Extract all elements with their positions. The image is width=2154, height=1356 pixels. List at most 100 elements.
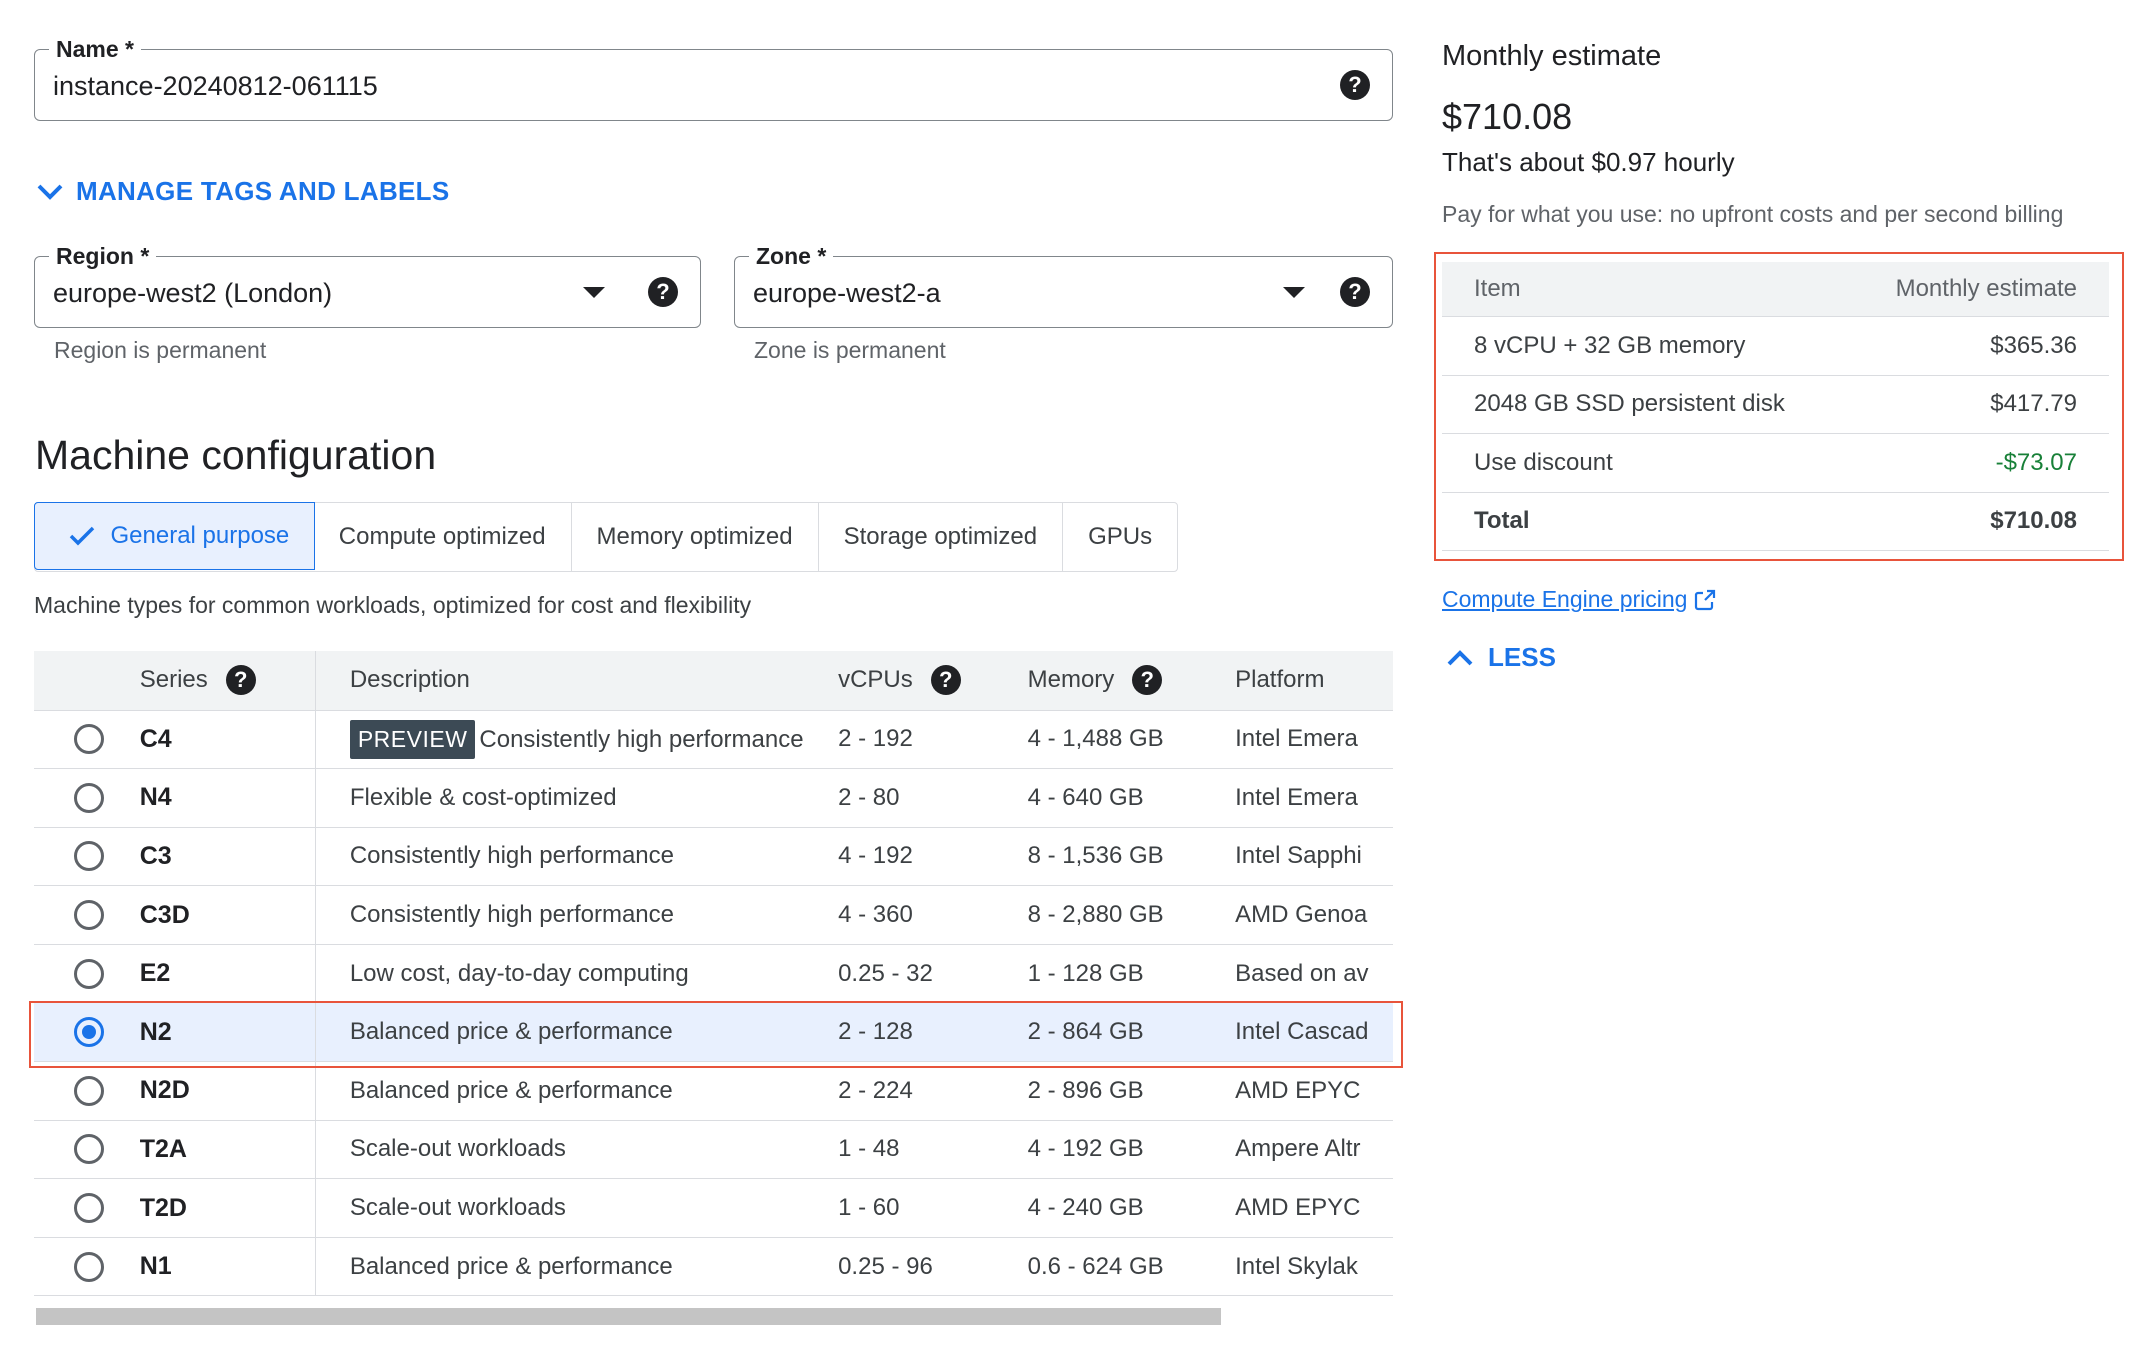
tab-label: General purpose xyxy=(110,521,290,549)
platform-cell: Intel Emera xyxy=(1235,710,1393,770)
description-cell: PREVIEW Consistently high performance xyxy=(315,710,839,770)
chevron-down-icon xyxy=(37,184,63,200)
series-radio[interactable] xyxy=(74,958,104,989)
description-cell: Consistently high performance xyxy=(315,885,839,945)
memory-cell: 8 - 1,536 GB xyxy=(1027,827,1236,887)
table-header-row: Series? Description vCPUs? Memory? Platf… xyxy=(34,651,1393,711)
series-radio[interactable] xyxy=(74,1251,104,1282)
region-select[interactable]: Region * europe-west2 (London) ? xyxy=(34,243,701,328)
tab-label: Compute optimized xyxy=(338,523,546,550)
memory-cell: 8 - 2,880 GB xyxy=(1027,885,1236,945)
platform-cell: AMD EPYC xyxy=(1235,1178,1393,1238)
series-cell: C4 xyxy=(139,710,316,770)
tab-label: Memory optimized xyxy=(596,523,793,550)
series-cell: N2D xyxy=(139,1061,316,1121)
series-radio[interactable] xyxy=(74,1134,104,1165)
series-cell: E2 xyxy=(139,944,316,1004)
column-description: Description xyxy=(315,651,839,711)
series-radio[interactable] xyxy=(74,782,104,813)
help-icon[interactable]: ? xyxy=(648,277,678,307)
platform-cell: AMD Genoa xyxy=(1235,885,1393,945)
name-value[interactable]: instance-20240812-061115 xyxy=(53,71,378,102)
table-row[interactable]: C3 Consistently high performance 4 - 192… xyxy=(34,827,1393,887)
series-radio[interactable] xyxy=(74,1193,104,1224)
series-cell: T2D xyxy=(139,1178,316,1238)
table-row[interactable]: C4 PREVIEW Consistently high performance … xyxy=(34,710,1393,770)
memory-cell: 4 - 640 GB xyxy=(1027,768,1236,828)
table-row[interactable]: T2A Scale-out workloads 1 - 48 4 - 192 G… xyxy=(34,1120,1393,1180)
memory-cell: 0.6 - 624 GB xyxy=(1027,1237,1236,1296)
description-cell: Flexible & cost-optimized xyxy=(315,768,839,828)
preview-badge: PREVIEW xyxy=(349,719,476,759)
table-row[interactable]: N4 Flexible & cost-optimized 2 - 80 4 - … xyxy=(34,768,1393,828)
series-radio[interactable] xyxy=(74,900,104,931)
platform-cell: Intel Emera xyxy=(1235,768,1393,828)
vcpus-cell: 2 - 192 xyxy=(838,710,1028,770)
section-title: Machine configuration xyxy=(35,432,437,478)
estimate-title: Monthly estimate xyxy=(1442,40,1662,72)
dropdown-arrow-icon[interactable] xyxy=(583,287,605,298)
tab-compute-optimized[interactable]: Compute optimized xyxy=(314,503,572,571)
tab-label: GPUs xyxy=(1088,523,1153,550)
manage-tags-label: MANAGE TAGS AND LABELS xyxy=(76,176,450,206)
zone-hint: Zone is permanent xyxy=(754,337,946,363)
memory-cell: 2 - 896 GB xyxy=(1027,1061,1236,1121)
description-cell: Consistently high performance xyxy=(315,827,839,887)
column-memory: Memory? xyxy=(1027,651,1236,711)
series-radio[interactable] xyxy=(74,1075,104,1106)
tab-storage-optimized[interactable]: Storage optimized xyxy=(819,503,1064,571)
tab-general-purpose[interactable]: General purpose xyxy=(33,501,316,570)
help-icon[interactable]: ? xyxy=(225,665,256,696)
compute-engine-pricing-link[interactable]: Compute Engine pricing xyxy=(1442,586,1717,613)
table-row[interactable]: N1 Balanced price & performance 0.25 - 9… xyxy=(34,1237,1393,1296)
series-radio[interactable] xyxy=(74,724,104,755)
description-cell: Scale-out workloads xyxy=(315,1120,839,1180)
table-row[interactable]: E2 Low cost, day-to-day computing 0.25 -… xyxy=(34,944,1393,1004)
help-icon[interactable]: ? xyxy=(1132,665,1163,696)
memory-cell: 4 - 240 GB xyxy=(1027,1178,1236,1238)
series-cell: C3D xyxy=(139,885,316,945)
vcpus-cell: 2 - 80 xyxy=(838,768,1028,828)
estimate-hourly: That's about $0.97 hourly xyxy=(1442,147,1735,177)
description-cell: Balanced price & performance xyxy=(315,1061,839,1121)
vcpus-cell: 4 - 360 xyxy=(838,885,1028,945)
table-row[interactable]: C3D Consistently high performance 4 - 36… xyxy=(34,885,1393,945)
zone-select[interactable]: Zone * europe-west2-a ? xyxy=(734,243,1393,328)
less-label: LESS xyxy=(1488,642,1556,672)
tab-gpus[interactable]: GPUs xyxy=(1063,503,1177,571)
help-icon[interactable]: ? xyxy=(1340,70,1370,100)
series-cell: T2A xyxy=(139,1120,316,1180)
machine-family-tabs: General purpose Compute optimized Memory… xyxy=(33,501,1179,572)
description-cell: Scale-out workloads xyxy=(315,1178,839,1238)
vcpus-cell: 1 - 60 xyxy=(838,1178,1028,1238)
less-toggle[interactable]: LESS xyxy=(1446,642,1556,673)
estimate-note: Pay for what you use: no upfront costs a… xyxy=(1442,201,2064,227)
tab-label: Storage optimized xyxy=(843,523,1038,550)
platform-cell: Intel Sapphi xyxy=(1235,827,1393,887)
zone-value: europe-west2-a xyxy=(753,278,941,308)
estimate-amount: $710.08 xyxy=(1442,96,1573,137)
series-radio[interactable] xyxy=(74,841,104,872)
manage-tags-toggle[interactable]: MANAGE TAGS AND LABELS xyxy=(36,176,449,207)
table-row[interactable]: T2D Scale-out workloads 1 - 60 4 - 240 G… xyxy=(34,1178,1393,1238)
column-vcpus: vCPUs? xyxy=(838,651,1028,711)
help-icon[interactable]: ? xyxy=(930,665,961,696)
horizontal-scrollbar[interactable] xyxy=(36,1308,1221,1325)
platform-cell: AMD EPYC xyxy=(1235,1061,1393,1121)
help-icon[interactable]: ? xyxy=(1340,277,1370,307)
description-cell: Balanced price & performance xyxy=(315,1237,839,1296)
vcpus-cell: 2 - 224 xyxy=(838,1061,1028,1121)
machine-series-table: Series? Description vCPUs? Memory? Platf… xyxy=(34,651,1393,1296)
name-label: Name * xyxy=(49,36,141,62)
tab-memory-optimized[interactable]: Memory optimized xyxy=(572,503,819,571)
external-link-icon xyxy=(1695,589,1716,610)
vcpus-cell: 4 - 192 xyxy=(838,827,1028,887)
series-cell: C3 xyxy=(139,827,316,887)
column-series: Series? xyxy=(139,651,316,711)
table-row[interactable]: N2D Balanced price & performance 2 - 224… xyxy=(34,1061,1393,1121)
memory-cell: 1 - 128 GB xyxy=(1027,944,1236,1004)
name-field[interactable]: Name * instance-20240812-061115 ? xyxy=(34,36,1393,121)
memory-cell: 4 - 1,488 GB xyxy=(1027,710,1236,770)
dropdown-arrow-icon[interactable] xyxy=(1283,287,1305,298)
series-cell: N1 xyxy=(139,1237,316,1296)
